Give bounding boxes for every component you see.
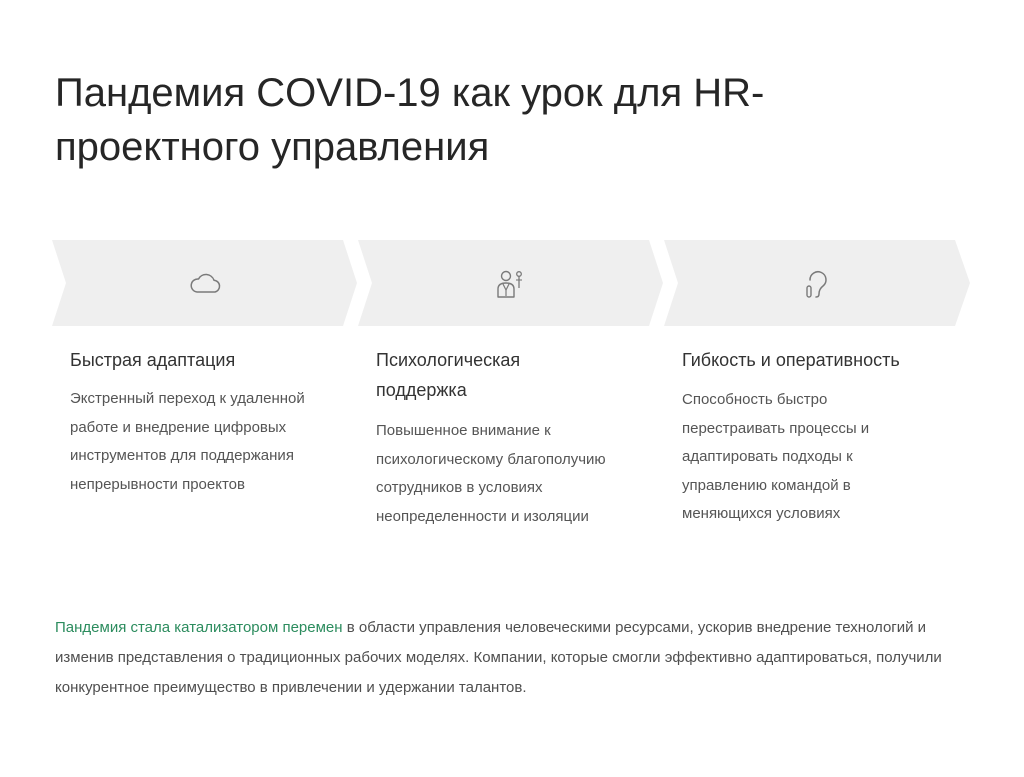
doctor-icon	[497, 270, 522, 298]
step-column-1: Быстрая адаптация Экстренный переход к у…	[70, 345, 355, 499]
step-column-2: Психологическая поддержка Повышенное вни…	[376, 345, 661, 531]
page-title-line-1: Пандемия COVID-19 как урок для HR-	[55, 71, 765, 115]
page-title-line-2: проектного управления	[55, 125, 490, 169]
summary-paragraph: Пандемия стала катализатором перемен в о…	[55, 613, 975, 703]
step-title: Гибкость и оперативность	[682, 350, 900, 370]
ear-icon	[806, 271, 827, 298]
step-title: Психологическая поддержка	[376, 350, 521, 400]
summary-line-1: Пандемия стала катализатором перемен в о…	[55, 619, 832, 636]
page-title: Пандемия COVID-19 как урок для HR- проек…	[55, 66, 955, 174]
cloud-icon	[190, 273, 221, 293]
process-arrows	[52, 240, 972, 326]
step-description: Способность быстро перестраивать процесс…	[682, 391, 870, 522]
summary-accent: Пандемия стала катализатором перемен	[55, 619, 343, 636]
step-column-3: Гибкость и оперативность Способность быс…	[682, 345, 967, 529]
step-title: Быстрая адаптация	[70, 350, 236, 370]
step-description: Повышенное внимание к психологическому б…	[376, 422, 606, 525]
step-description: Экстренный переход к удаленной работе и …	[70, 390, 305, 493]
